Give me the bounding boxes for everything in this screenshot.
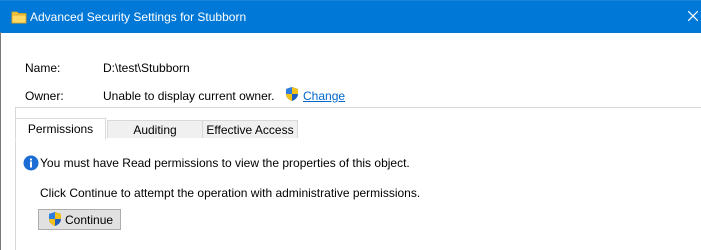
- name-label: Name:: [25, 61, 61, 75]
- close-button[interactable]: [674, 1, 701, 33]
- tab-permissions[interactable]: Permissions: [15, 118, 106, 140]
- tab-effective-access[interactable]: Effective Access: [202, 120, 298, 138]
- owner-label: Owner:: [25, 89, 64, 103]
- close-icon: [688, 11, 698, 21]
- info-message: You must have Read permissions to view t…: [40, 156, 410, 170]
- shield-icon: [284, 86, 300, 102]
- name-value: D:\test\Stubborn: [103, 61, 190, 75]
- title-bar[interactable]: Advanced Security Settings for Stubborn: [0, 0, 701, 33]
- continue-button-label: Continue: [65, 213, 114, 227]
- folder-icon: [11, 9, 27, 25]
- owner-value: Unable to display current owner.: [103, 89, 275, 103]
- window-border: [0, 32, 1, 250]
- tab-auditing[interactable]: Auditing: [107, 120, 203, 138]
- instruction-text: Click Continue to attempt the operation …: [40, 186, 421, 200]
- shield-icon: [47, 211, 63, 227]
- advanced-security-settings-window: Advanced Security Settings for Stubborn …: [0, 0, 701, 250]
- change-owner-link[interactable]: Change: [303, 89, 345, 103]
- window-title: Advanced Security Settings for Stubborn: [30, 10, 247, 24]
- info-icon: [23, 155, 39, 171]
- continue-button[interactable]: Continue: [38, 209, 121, 230]
